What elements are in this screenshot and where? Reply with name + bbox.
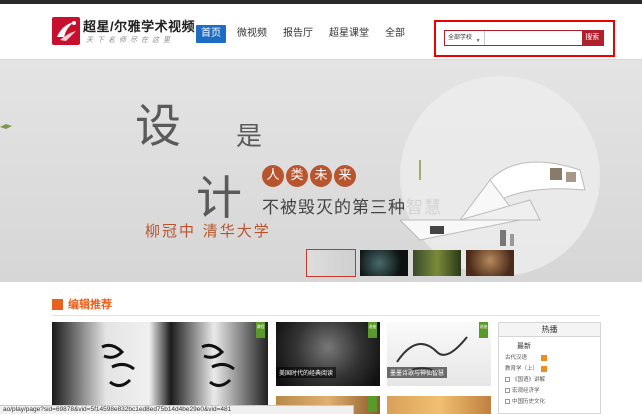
rank-badge xyxy=(541,366,547,372)
search-input[interactable] xyxy=(484,31,582,45)
nav-home[interactable]: 首页 xyxy=(196,25,226,43)
site-header: 超星/尔雅学术视频 天下名师尽在这里 首页 微视频 报告厅 超星课堂 全部 全部… xyxy=(0,4,642,60)
banner-thumb[interactable] xyxy=(412,249,462,277)
list-item[interactable]: 中国历史文化 xyxy=(499,397,600,408)
nav-micro-video[interactable]: 微视频 xyxy=(232,25,272,43)
checkbox-icon xyxy=(505,388,510,394)
video-card[interactable]: 讲座 美国时代的经典阅读 xyxy=(276,322,380,386)
hot-list-panel: 热播 最新 古代汉语 教育学（上） 《国语》讲解 宏观经济学 中国历史文化 xyxy=(498,322,601,414)
school-select-value: 全部学校 xyxy=(448,35,473,41)
tab-hot[interactable]: 热播 xyxy=(499,323,600,337)
banner-char-ji: 计 xyxy=(196,171,242,225)
section-title: 编辑推荐 xyxy=(68,299,112,311)
banner-thumb[interactable] xyxy=(306,249,356,277)
nav-all[interactable]: 全部 xyxy=(380,25,410,43)
video-card-caption: 墨墨诗歌与神仙智慧 xyxy=(387,367,448,378)
school-select-dropdown[interactable]: 全部学校 ▼ xyxy=(445,31,485,45)
banner-char-shi: 是 xyxy=(236,122,263,152)
card-badge: 课程 xyxy=(256,322,265,338)
list-item[interactable]: 教育学（上） xyxy=(499,364,600,375)
flag-icon xyxy=(52,298,63,310)
video-card[interactable]: 讲座 墨墨诗歌与神仙智慧 xyxy=(387,322,491,386)
chevron-down-icon: ▼ xyxy=(475,38,481,44)
section-divider xyxy=(52,315,600,316)
nav-superstar-class[interactable]: 超星课堂 xyxy=(324,25,374,43)
shelf-illustration xyxy=(400,160,586,246)
checkbox-icon xyxy=(505,399,510,405)
rank-badge xyxy=(541,355,547,361)
leaf-icon xyxy=(0,124,12,129)
video-card-caption: 美国时代的经典阅读 xyxy=(276,367,337,378)
browser-status-url: ao/play/page?sid=69878&vid=5f14598e832bc… xyxy=(0,405,354,414)
nav-lecture-hall[interactable]: 报告厅 xyxy=(278,25,318,43)
main-nav: 首页 微视频 报告厅 超星课堂 全部 xyxy=(196,25,410,43)
tab-latest[interactable]: 最新 xyxy=(499,341,600,351)
search-bar: 全部学校 ▼ 搜索 xyxy=(444,30,604,46)
card-badge xyxy=(368,396,377,412)
list-item[interactable]: 古代汉语 xyxy=(499,353,600,364)
circle-char: 未 xyxy=(310,165,332,187)
list-item[interactable]: 宏观经济学 xyxy=(499,386,600,397)
site-logo-icon[interactable] xyxy=(52,17,80,45)
featured-card[interactable]: 课程 xyxy=(52,322,268,414)
editor-recommend-section: 编辑推荐 课程 讲座 美国时代的经典阅读 讲座 墨墨诗歌与神仙智慧 热播 最新 … xyxy=(0,282,642,414)
circle-char: 来 xyxy=(334,165,356,187)
circle-char: 类 xyxy=(286,165,308,187)
calligraphy-book-art xyxy=(101,343,235,387)
video-card[interactable] xyxy=(387,396,491,414)
card-badge: 讲座 xyxy=(479,322,488,338)
section-header: 编辑推荐 xyxy=(52,296,112,312)
banner-char-she: 设 xyxy=(135,99,181,153)
hero-banner[interactable]: 设 是 计 人 类 未 来 不被毁灭的第三种智慧 柳冠中 清华大学 xyxy=(0,60,642,282)
banner-circle-words: 人 类 未 来 xyxy=(262,165,356,187)
banner-thumb[interactable] xyxy=(465,249,515,277)
search-button[interactable]: 搜索 xyxy=(581,31,603,45)
banner-thumb[interactable] xyxy=(359,249,409,277)
card-badge: 讲座 xyxy=(368,322,377,338)
list-item[interactable]: 《国语》讲解 xyxy=(499,375,600,386)
banner-author: 柳冠中 清华大学 xyxy=(145,222,271,240)
checkbox-icon xyxy=(505,377,510,383)
banner-thumbnails xyxy=(306,249,515,277)
site-slogan: 天下名师尽在这里 xyxy=(86,37,174,44)
hot-list: 古代汉语 教育学（上） 《国语》讲解 宏观经济学 中国历史文化 xyxy=(499,353,600,408)
site-title[interactable]: 超星/尔雅学术视频 xyxy=(83,16,195,35)
circle-char: 人 xyxy=(262,165,284,187)
search-highlight-box: 全部学校 ▼ 搜索 xyxy=(434,20,615,57)
